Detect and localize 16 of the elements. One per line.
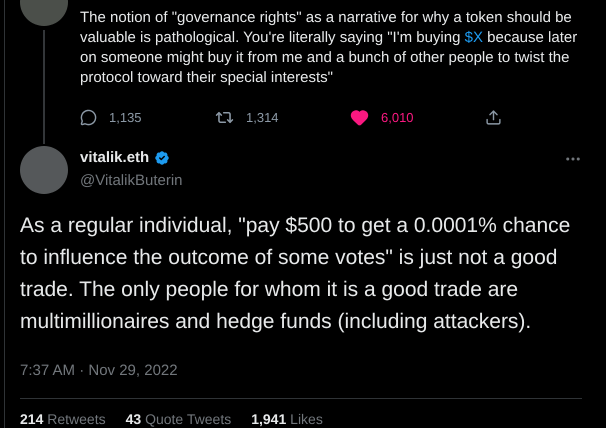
action-count: 1,135: [109, 109, 142, 127]
stat-link[interactable]: 43 Quote Tweets: [126, 409, 232, 428]
avatar[interactable]: [20, 146, 68, 194]
display-name[interactable]: vitalik.eth: [80, 147, 150, 170]
stat-link[interactable]: 214 Retweets: [20, 409, 106, 428]
cashtag-link[interactable]: $X: [464, 29, 483, 46]
tweet-text: As a regular individual, "pay $500 to get a 0.0001% chance to influence the outcome of some votes" is just not a good trade. The only people for whom it is a good trade are multimillionaires and hedge funds (including attackers).: [20, 212, 572, 334]
heart-icon[interactable]: [350, 108, 369, 128]
timestamp[interactable]: 7:37 AM · Nov 29, 2022: [20, 360, 582, 399]
share-icon[interactable]: [485, 109, 502, 126]
tweet-text: The notion of "governance rights" as a narrative for why a token should be valuable is pathological. You're literally saying "I'm buying $X because later on someone might buy it from me and a bunch of other people to twist the protocol toward their special interests": [80, 8, 578, 88]
reply-icon[interactable]: [80, 109, 97, 126]
action-count: 6,010: [381, 109, 414, 127]
action-count: 1,314: [246, 109, 279, 127]
stat-link[interactable]: 1,941 Likes: [251, 409, 323, 428]
username[interactable]: @VitalikButerin: [80, 170, 552, 192]
